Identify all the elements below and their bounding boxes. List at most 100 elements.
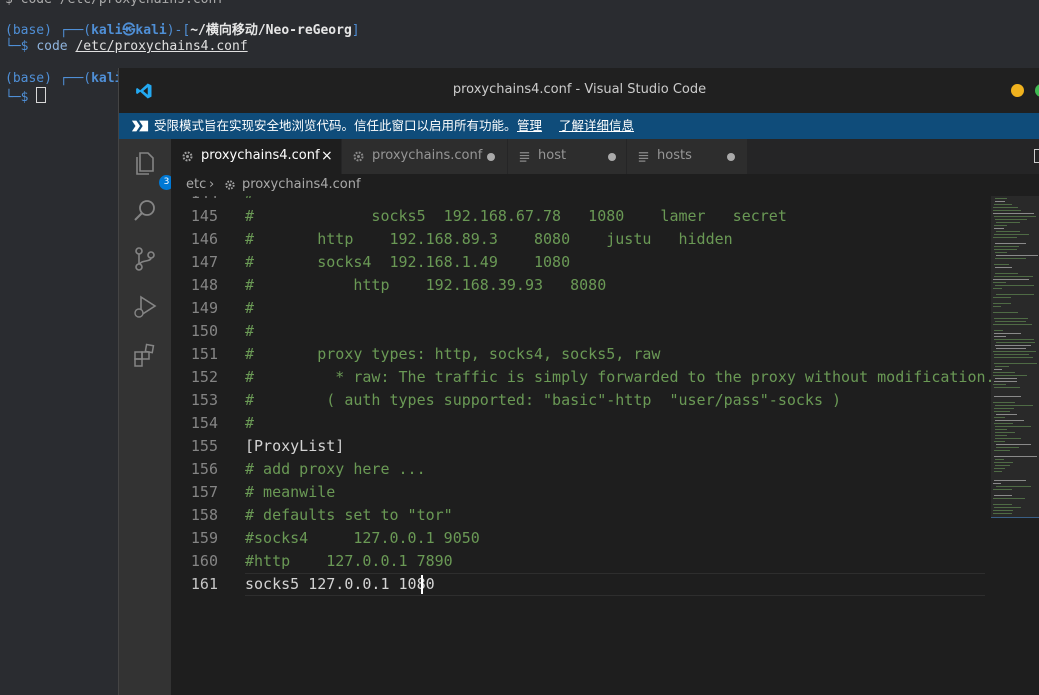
code-line[interactable]: 158 # defaults set to "tor" (171, 504, 991, 527)
code-line[interactable]: 148 # http 192.168.39.93 8080 (171, 274, 991, 297)
minimap-stroke (996, 294, 1034, 295)
minimap-stroke (995, 378, 1017, 379)
line-number: 153 (190, 391, 218, 409)
breadcrumb-file[interactable]: proxychains4.conf (242, 174, 361, 196)
source-control-icon (135, 247, 155, 271)
code-line[interactable]: 154 # (171, 412, 991, 435)
split-editor-icon[interactable] (1034, 149, 1039, 163)
extensions-button[interactable] (132, 342, 158, 368)
code-line[interactable]: 159 #socks4 127.0.0.1 9050 (171, 527, 991, 550)
minimize-button[interactable] (1011, 84, 1024, 97)
minimap-stroke (993, 282, 1006, 283)
minimap-stroke (996, 231, 1020, 232)
banner-learn-more-link[interactable]: 了解详细信息 (559, 113, 634, 139)
vscode-window: proxychains4.conf - Visual Studio Code 受… (118, 68, 1039, 695)
minimap-stroke (994, 471, 1002, 472)
unsaved-dot-icon[interactable] (487, 153, 495, 161)
gear-icon (182, 151, 193, 162)
code-line[interactable]: 144 # (171, 196, 991, 205)
unsaved-dot-icon[interactable] (727, 153, 735, 161)
line-text: #http 127.0.0.1 7890 (245, 552, 453, 570)
line-number: 149 (190, 299, 218, 317)
minimap-stroke (994, 480, 1026, 481)
extensions-icon (134, 343, 155, 367)
minimap-stroke (994, 417, 1005, 418)
code-line[interactable]: 156 # add proxy here ... (171, 458, 991, 481)
command-name: code (36, 39, 68, 54)
tab-hosts[interactable]: hosts (627, 139, 748, 174)
code-line[interactable]: 146 # http 192.168.89.3 8080 justu hidden (171, 228, 991, 251)
code-line[interactable]: 155 [ProxyList] (171, 435, 991, 458)
minimap-stroke (996, 342, 1035, 343)
minimap-stroke (993, 510, 1013, 511)
code-line[interactable]: 145 # socks5 192.168.67.78 1080 lamer sec… (171, 205, 991, 228)
code-line[interactable]: 157 # meanwile (171, 481, 991, 504)
minimap-stroke (995, 465, 1010, 466)
minimap-stroke (994, 468, 1005, 469)
minimap-stroke (995, 219, 1027, 220)
title-bar[interactable]: proxychains4.conf - Visual Studio Code (119, 68, 1039, 113)
minimap-stroke (995, 459, 1004, 460)
unsaved-dot-icon[interactable] (608, 153, 616, 161)
breadcrumb-folder[interactable]: etc (186, 174, 206, 196)
minimap-stroke (994, 363, 1037, 364)
line-text: # socks4 192.168.1.49 1080 (245, 253, 571, 271)
minimap-stroke (993, 489, 1012, 490)
tab-proxychains-conf[interactable]: proxychains.conf (342, 139, 508, 174)
terminal-command-line: └─$ code /etc/proxychains4.conf (5, 38, 248, 55)
code-editor[interactable]: 144 #145 # socks5 192.168.67.78 1080 lamer… (171, 196, 991, 695)
gear-icon (225, 180, 235, 190)
minimap-stroke (995, 432, 1015, 433)
minimap-stroke (993, 279, 1029, 280)
tab-label: host (538, 148, 567, 163)
explorer-button[interactable]: 3 (132, 150, 174, 190)
minimap-stroke (994, 225, 1007, 226)
line-number: 148 (190, 276, 218, 294)
minimap-stroke (995, 243, 1026, 244)
line-number: 155 (190, 437, 218, 455)
code-line[interactable]: 149 # (171, 297, 991, 320)
tab-close-button[interactable]: × (321, 148, 333, 164)
minimap-stroke (995, 273, 1018, 274)
minimap-stroke (996, 447, 1019, 448)
line-text: # (245, 322, 255, 340)
code-line[interactable]: 151 # proxy types: http, socks4, socks5, … (171, 343, 991, 366)
window-title: proxychains4.conf - Visual Studio Code (452, 82, 707, 97)
line-text: socks5 127.0.0.1 1080 (245, 575, 435, 593)
minimap-stroke (995, 285, 1034, 286)
gear-icon (353, 151, 364, 162)
minimap-stroke (993, 288, 1002, 289)
minimap-stroke (994, 249, 1017, 250)
minimap-stroke (993, 498, 1025, 499)
code-line[interactable]: 147 # socks4 192.168.1.49 1080 (171, 251, 991, 274)
minimap-stroke (994, 408, 1014, 409)
minimap-stroke (996, 255, 1038, 256)
tab-host[interactable]: host (508, 139, 627, 174)
code-line[interactable]: 152 # * raw: The traffic is simply forwar… (171, 366, 991, 389)
minimap-stroke (995, 435, 1007, 436)
banner-manage-link[interactable]: 管理 (517, 113, 542, 139)
breadcrumb: etc › proxychains4.conf (171, 174, 1039, 196)
minimap[interactable] (991, 196, 1039, 695)
terminal-input-line[interactable]: └─$ (5, 87, 47, 105)
minimap-stroke (996, 222, 1020, 223)
minimap-stroke (994, 396, 1021, 397)
line-number: 158 (190, 506, 218, 524)
minimap-stroke (995, 198, 1007, 199)
prompt-dollar-2: └─$ (5, 90, 37, 105)
source-control-button[interactable] (132, 246, 158, 272)
code-line[interactable]: 150 # (171, 320, 991, 343)
minimap-stroke (994, 456, 1037, 457)
minimap-stroke (996, 414, 1017, 415)
code-line[interactable]: 160 #http 127.0.0.1 7890 (171, 550, 991, 573)
code-line[interactable]: 161 socks5 127.0.0.1 1080 (171, 573, 991, 596)
terminal-prompt-line: (base) ┌──(kali㉿kali)-[~/横向移动/Neo-reGeor… (5, 22, 360, 39)
tab-proxychains4-conf[interactable]: proxychains4.conf × (171, 139, 342, 174)
search-button[interactable] (132, 198, 158, 224)
code-line[interactable]: 153 # ( auth types supported: "basic"-htt… (171, 389, 991, 412)
minimap-stroke (994, 507, 1021, 508)
run-debug-button[interactable] (132, 294, 158, 320)
command-arg: /etc/proxychains4.conf (75, 39, 248, 54)
minimap-stroke (993, 213, 1034, 214)
minimap-stroke (993, 375, 1027, 376)
